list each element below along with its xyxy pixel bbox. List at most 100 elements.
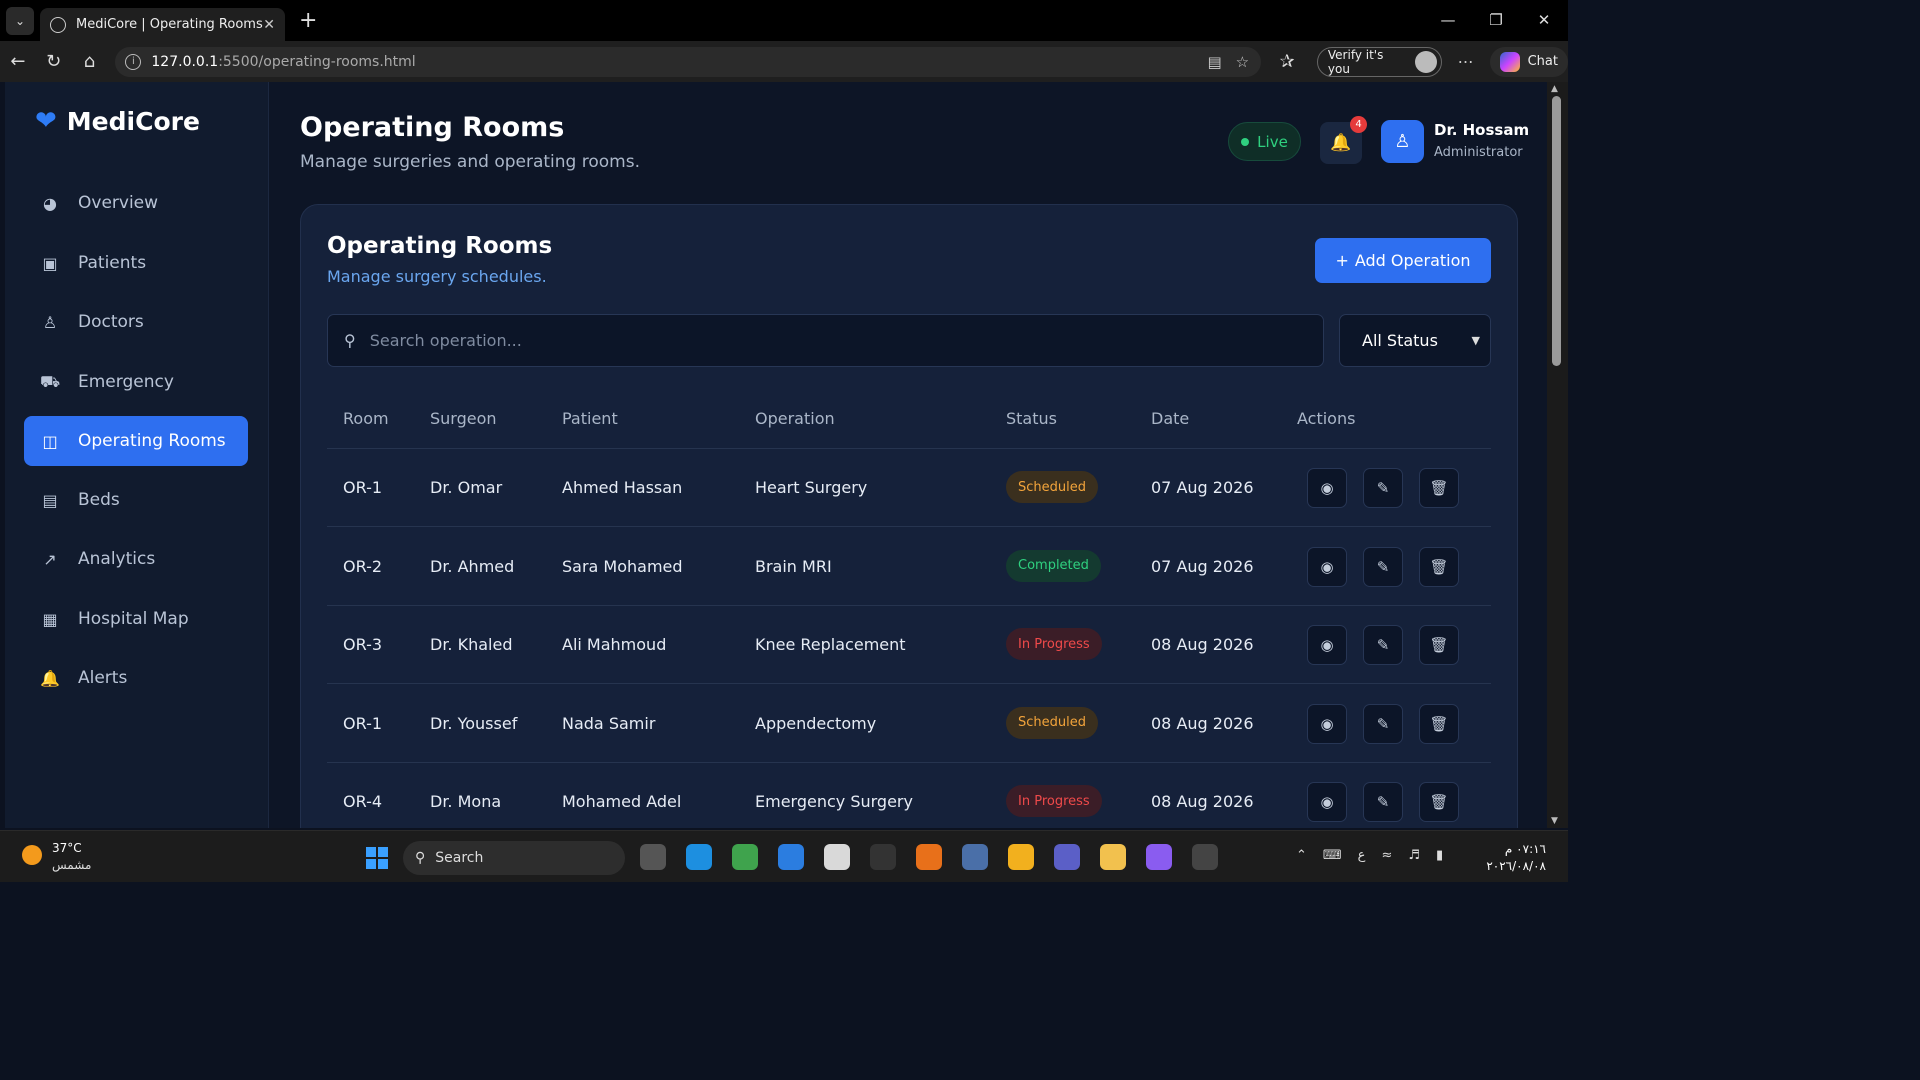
edit-button[interactable]: ✎ <box>1363 468 1403 508</box>
tab-list-button[interactable]: ⌄ <box>6 6 34 35</box>
delete-button[interactable]: 🗑 <box>1419 703 1459 744</box>
page-scrollbar[interactable]: ▲ ▼ <box>1547 82 1568 828</box>
pencil-icon: ✎ <box>1376 714 1390 733</box>
delete-button[interactable]: 🗑 <box>1419 625 1459 665</box>
view-button[interactable]: ◉ <box>1307 468 1347 508</box>
doctor-icon: ♙ <box>42 312 58 332</box>
eye-icon: ◉ <box>1320 714 1334 733</box>
sidebar-item-analytics[interactable]: ↗ Analytics <box>24 534 248 584</box>
url-field[interactable]: i 127.0.0.1:5500/operating-rooms.html ▤ … <box>115 46 1262 77</box>
browser-tab[interactable]: MediCore | Operating Rooms ✕ <box>40 8 285 41</box>
chrome-icon[interactable] <box>732 844 758 870</box>
bed-icon: ▤ <box>42 490 58 510</box>
teams-icon[interactable] <box>1054 844 1080 870</box>
windows-start-icon[interactable] <box>366 847 388 869</box>
search-input[interactable]: ⚲ Search operation... <box>327 314 1324 367</box>
close-tab-icon[interactable]: ✕ <box>263 17 275 33</box>
view-button[interactable]: ◉ <box>1307 625 1347 665</box>
view-button[interactable]: ◉ <box>1307 703 1347 744</box>
status-filter-value: All Status <box>1362 331 1438 350</box>
taskbar-clock[interactable]: ٠٧:١٦ م ٢٠٢٦/٠٨/٠٨ <box>1486 841 1546 875</box>
copilot-icon <box>1499 51 1520 72</box>
view-button[interactable]: ◉ <box>1307 546 1347 587</box>
table-row: OR-1 Dr. Omar Ahmed Hassan Heart Surgery Sch… <box>327 449 1491 527</box>
table-row: OR-3 Dr. Khaled Ali Mahmoud Knee Replacemen… <box>327 606 1491 684</box>
reload-button[interactable]: ↻ <box>36 51 72 72</box>
more-menu-icon[interactable]: ⋯ <box>1458 52 1474 71</box>
new-tab-button[interactable]: + <box>299 8 317 33</box>
close-window-button[interactable]: ✕ <box>1520 0 1568 41</box>
copilot-chat-button[interactable]: Chat <box>1489 46 1568 77</box>
scrollbar-thumb[interactable] <box>1552 96 1561 366</box>
cell-room: OR-1 <box>343 713 383 733</box>
profile-verify-button[interactable]: Verify it's you <box>1316 46 1442 77</box>
edit-button[interactable]: ✎ <box>1363 625 1403 665</box>
column-header-status: Status <box>1006 409 1057 428</box>
sidebar-item-alerts[interactable]: 🔔 Alerts <box>24 653 248 703</box>
cell-patient: Nada Samir <box>562 713 656 733</box>
eye-icon: ◉ <box>1320 479 1334 497</box>
sun-icon[interactable] <box>22 845 42 865</box>
trash-icon: 🗑 <box>1429 479 1449 497</box>
favorite-star-icon[interactable]: ☆ <box>1236 53 1249 71</box>
column-header-actions: Actions <box>1297 409 1356 428</box>
site-info-icon[interactable]: i <box>125 53 142 70</box>
battery-icon[interactable]: ▮ <box>1436 848 1443 863</box>
volume-icon[interactable]: ♬ <box>1408 848 1420 863</box>
add-operation-button[interactable]: + Add Operation <box>1315 238 1491 283</box>
terminal-icon[interactable] <box>870 844 896 870</box>
delete-button[interactable]: 🗑 <box>1419 782 1459 822</box>
status-filter-select[interactable]: All Status ▼ <box>1339 314 1491 367</box>
sidebar-item-emergency[interactable]: ⛟ Emergency <box>24 357 248 407</box>
taskbar-search[interactable]: ⚲ Search <box>403 841 625 875</box>
brand-name: MediCore <box>66 106 200 136</box>
language-icon[interactable]: ع <box>1358 848 1366 863</box>
sidebar-item-patients[interactable]: ▣ Patients <box>24 238 248 288</box>
sidebar-item-operating-rooms[interactable]: ◫ Operating Rooms <box>24 416 248 466</box>
clock-app-icon[interactable] <box>824 844 850 870</box>
back-button[interactable]: ← <box>0 51 36 72</box>
sidebar-item-beds[interactable]: ▤ Beds <box>24 475 248 525</box>
favorites-icon[interactable]: ✰ <box>1269 51 1305 72</box>
view-button[interactable]: ◉ <box>1307 782 1347 822</box>
search-icon: ⚲ <box>344 331 356 350</box>
scroll-down-icon[interactable]: ▼ <box>1551 816 1558 826</box>
firefox-icon[interactable] <box>916 844 942 870</box>
vscode-icon[interactable] <box>778 844 804 870</box>
eye-icon: ◉ <box>1320 557 1334 576</box>
sidebar-item-hospital-map[interactable]: ▦ Hospital Map <box>24 594 248 644</box>
taskbar-search-label: Search <box>435 850 484 866</box>
wifi-icon[interactable]: ≈ <box>1381 848 1392 863</box>
minimize-button[interactable]: — <box>1424 0 1472 41</box>
delete-button[interactable]: 🗑 <box>1419 468 1459 508</box>
bed-pulse-icon: ◫ <box>42 431 58 451</box>
sidebar-item-overview[interactable]: ◕ Overview <box>24 178 248 228</box>
copilot-app-icon[interactable] <box>1146 844 1172 870</box>
restore-button[interactable]: ❐ <box>1472 0 1520 41</box>
column-header-operation: Operation <box>755 409 835 428</box>
brand[interactable]: ❤ MediCore <box>35 106 200 136</box>
cell-surgeon: Dr. Omar <box>430 478 503 497</box>
security-app-icon[interactable] <box>1008 844 1034 870</box>
edit-button[interactable]: ✎ <box>1363 546 1403 587</box>
main-content: Operating Rooms Manage surgeries and ope… <box>269 82 1547 828</box>
delete-button[interactable]: 🗑 <box>1419 546 1459 587</box>
edit-button[interactable]: ✎ <box>1363 703 1403 744</box>
task-view-icon[interactable] <box>640 844 666 870</box>
chevron-up-icon[interactable]: ⌃ <box>1296 848 1307 863</box>
keyboard-icon[interactable]: ⌨ <box>1323 848 1342 863</box>
url-host: 127.0.0.1 <box>151 53 219 70</box>
edge-icon[interactable] <box>686 844 712 870</box>
reader-mode-icon[interactable]: ▤ <box>1207 53 1221 71</box>
network-app-icon[interactable] <box>962 844 988 870</box>
edit-button[interactable]: ✎ <box>1363 782 1403 822</box>
column-header-date: Date <box>1151 409 1190 428</box>
home-button[interactable]: ⌂ <box>72 51 108 72</box>
scroll-up-icon[interactable]: ▲ <box>1551 84 1558 94</box>
card-title: Operating Rooms <box>327 233 553 259</box>
file-explorer-icon[interactable] <box>1100 844 1126 870</box>
media-player-icon[interactable] <box>1192 844 1218 870</box>
user-avatar[interactable]: ♙ <box>1381 120 1424 163</box>
cell-room: OR-3 <box>343 635 383 654</box>
sidebar-item-doctors[interactable]: ♙ Doctors <box>24 297 248 347</box>
